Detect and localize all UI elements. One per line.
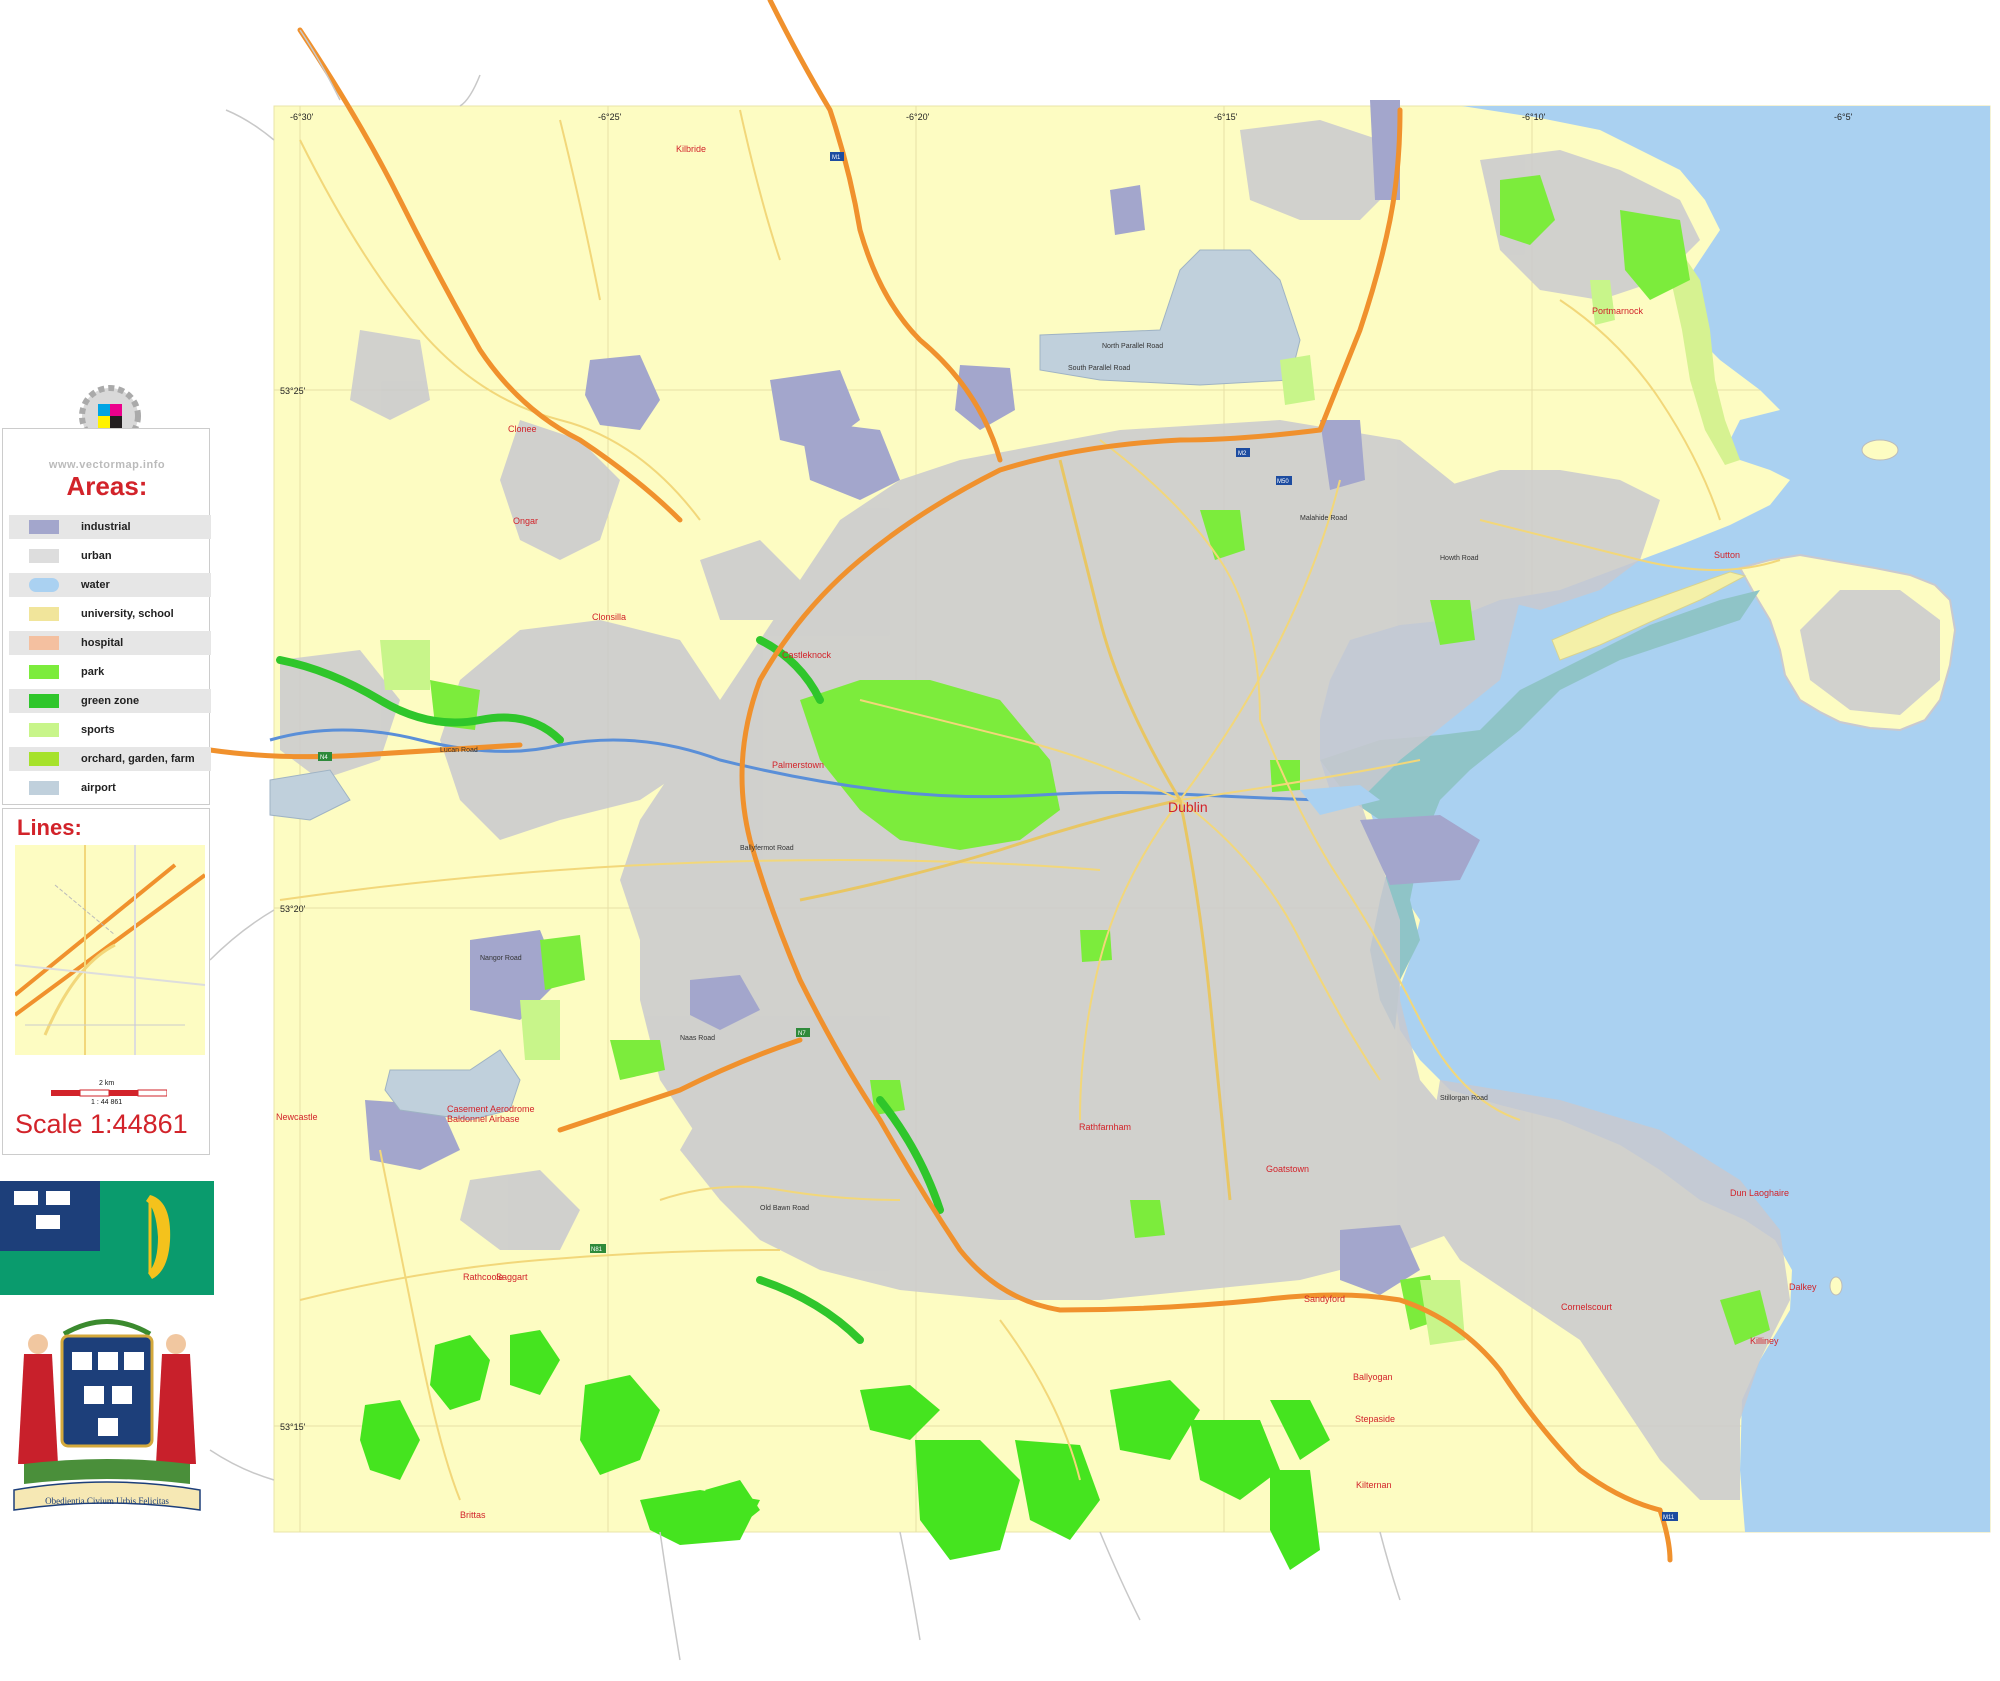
areas-legend: www.vectormap.info Areas: industrial urb… (2, 428, 211, 805)
legend-areas-title: Areas: (66, 471, 148, 501)
legend-swatch (29, 665, 59, 679)
legend-item-label: sports (81, 724, 115, 736)
place-label: Portmarnock (1592, 306, 1644, 316)
dalkey-island (1829, 1276, 1843, 1296)
longitude-label: -6°25' (598, 112, 622, 122)
legend-item-water: water (9, 573, 211, 597)
place-label: Newcastle (276, 1112, 318, 1122)
crest-motto: Obedientia Civium Urbis Felicitas (45, 1496, 169, 1506)
dublin-vector-map: -6°30' -6°25' -6°20' -6°15' -6°10' -6°5'… (207, 0, 1991, 1661)
road-label: Stillorgan Road (1440, 1095, 1488, 1102)
motorway-shield: M1 (832, 155, 841, 161)
legend-item-urban: urban (9, 544, 211, 568)
legend-item-label: park (81, 666, 105, 678)
legend-item-university: university, school (9, 602, 211, 626)
longitude-label: -6°30' (290, 112, 314, 122)
place-label: Brittas (460, 1510, 486, 1520)
lines-legend: Lines: 2 km 1 : 44 861 Scale 1:44861 (2, 808, 210, 1155)
legend-item-label: airport (81, 782, 116, 794)
place-label: Killiney (1750, 1336, 1779, 1346)
place-label: Ongar (513, 516, 538, 526)
scale-bar (51, 1089, 167, 1097)
scale-text: Scale 1:44861 (15, 1109, 188, 1139)
legend-item-label: hospital (81, 637, 124, 649)
legend-item-airport: airport (9, 776, 211, 800)
longitude-label: -6°10' (1522, 112, 1546, 122)
legend-item-label: water (81, 579, 110, 591)
dublin-coat-of-arms-icon: Obedientia Civium Urbis Felicitas (13, 1319, 201, 1511)
motorway-shield: M50 (1277, 479, 1289, 485)
dublin-flag-icon (0, 1181, 214, 1295)
longitude-label: -6°5' (1834, 112, 1853, 122)
motorway-shield: M11 (1663, 1515, 1675, 1521)
place-label: Sutton (1714, 550, 1740, 560)
scale-bar-km: 2 km (99, 1080, 115, 1087)
place-label: Cornelscourt (1561, 1302, 1613, 1312)
place-label: Castleknock (782, 650, 832, 660)
legend-swatch (29, 694, 59, 708)
legend-item-label: orchard, garden, farm (81, 753, 195, 765)
legend-item-label: urban (81, 550, 112, 562)
legend-swatch (29, 636, 59, 650)
place-label: Casement Aerodrome (447, 1104, 535, 1114)
scale-bar-ratio: 1 : 44 861 (91, 1099, 123, 1106)
road-label: Howth Road (1440, 555, 1479, 562)
place-label: Clonsilla (592, 612, 626, 622)
legend-item-sports: sports (9, 718, 211, 742)
legend-item-green-zone: green zone (9, 689, 211, 713)
legend-item-label: green zone (81, 695, 140, 707)
legend-swatch (29, 549, 59, 563)
legend-item-park: park (9, 660, 211, 684)
road-label: South Parallel Road (1068, 365, 1130, 372)
place-label: Dalkey (1789, 1282, 1817, 1292)
motorway-shield: N7 (798, 1031, 806, 1037)
place-label: Dun Laoghaire (1730, 1188, 1789, 1198)
legend-item-label: university, school (81, 608, 174, 620)
place-label: Kilbride (676, 144, 706, 154)
place-label: Saggart (496, 1272, 528, 1282)
irelands-eye (1861, 439, 1899, 461)
latitude-label: 53°25' (280, 386, 306, 396)
road-label: Nangor Road (480, 955, 522, 962)
legend-swatch (29, 520, 59, 534)
latitude-label: 53°15' (280, 1422, 306, 1432)
city-label-dublin: Dublin (1168, 799, 1208, 815)
place-label: Rathfarnham (1079, 1122, 1131, 1132)
place-label: Kilternan (1356, 1480, 1392, 1490)
legend-swatch (29, 578, 59, 592)
place-label: Palmerstown (772, 760, 824, 770)
legend-swatch (29, 607, 59, 621)
place-label: Sandyford (1304, 1294, 1345, 1304)
legend-item-label: industrial (81, 521, 131, 533)
motorway-shield: M2 (1238, 451, 1247, 457)
motorway-shield: N4 (320, 755, 328, 761)
legend-item-hospital: hospital (9, 631, 211, 655)
latitude-label: 53°20' (280, 904, 306, 914)
place-label: Stepaside (1355, 1414, 1395, 1424)
motorway-shield: N81 (591, 1247, 603, 1253)
legend-swatch (29, 752, 59, 766)
place-label: Ballyogan (1353, 1372, 1393, 1382)
legend-item-industrial: industrial (9, 515, 211, 539)
place-label: Goatstown (1266, 1164, 1309, 1174)
place-label: Baldonnel Airbase (447, 1114, 520, 1124)
legend-item-orchard: orchard, garden, farm (9, 747, 211, 771)
legend-lines-title: Lines: (17, 815, 82, 840)
legend-swatch (29, 781, 59, 795)
road-label: Lucan Road (440, 747, 478, 754)
lines-sample-map (15, 845, 205, 1055)
road-label: Malahide Road (1300, 515, 1347, 522)
road-label: Naas Road (680, 1035, 715, 1042)
longitude-label: -6°15' (1214, 112, 1238, 122)
road-label: Ballyfermot Road (740, 845, 794, 852)
legend-site-url: www.vectormap.info (48, 459, 166, 471)
longitude-label: -6°20' (906, 112, 930, 122)
road-label: North Parallel Road (1102, 343, 1163, 350)
legend-swatch (29, 723, 59, 737)
place-label: Clonee (508, 424, 537, 434)
road-label: Old Bawn Road (760, 1205, 809, 1212)
